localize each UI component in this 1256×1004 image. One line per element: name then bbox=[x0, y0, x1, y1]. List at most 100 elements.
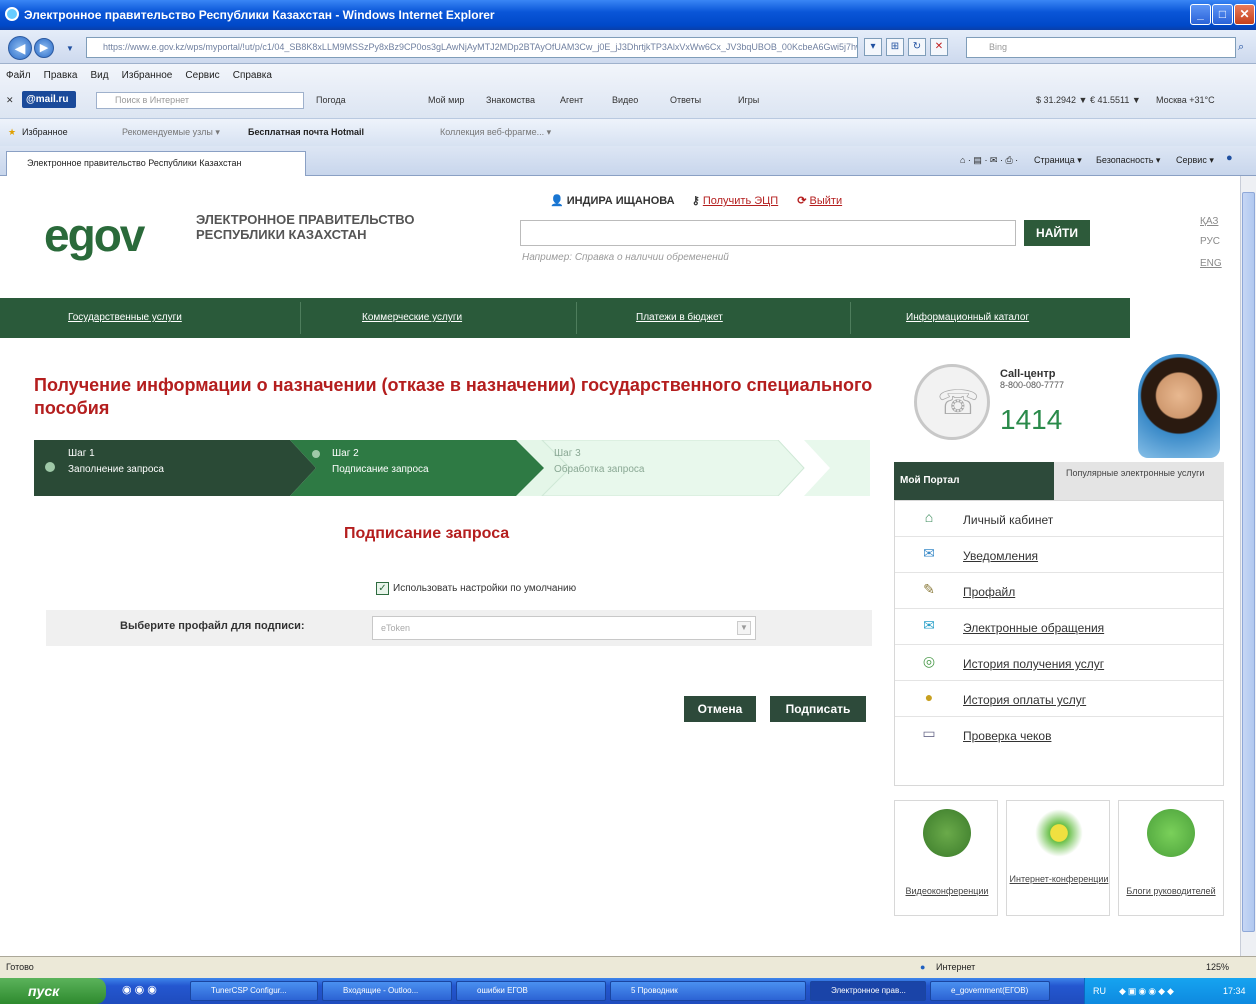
mail-games-link[interactable]: Игры bbox=[738, 95, 759, 105]
tile-internet-conference[interactable]: Интернет-конференции bbox=[1006, 800, 1110, 916]
search-button[interactable]: НАЙТИ bbox=[1024, 220, 1090, 246]
language-indicator[interactable]: RU bbox=[1093, 978, 1106, 1004]
zoom-level[interactable]: 125% bbox=[1206, 962, 1229, 972]
status-text: Готово bbox=[6, 962, 34, 972]
history-dropdown-icon[interactable]: ▼ bbox=[66, 44, 74, 53]
tab-my-portal[interactable]: Мой Портал bbox=[894, 462, 1054, 500]
menu-view[interactable]: Вид bbox=[91, 70, 109, 81]
nav-gov-services[interactable]: Государственные услуги bbox=[68, 312, 182, 323]
weather-widget[interactable]: Москва +31°C bbox=[1156, 95, 1215, 105]
title-bar: Электронное правительство Республики Каз… bbox=[0, 0, 1256, 30]
refresh-icon[interactable]: ↻ bbox=[908, 38, 926, 56]
default-settings-checkbox[interactable]: ✓ bbox=[376, 582, 389, 595]
sign-button[interactable]: Подписать bbox=[770, 696, 866, 722]
task-ie[interactable]: Электронное прав... bbox=[810, 981, 926, 1001]
currency-rates: $ 31.2942 ▼ € 41.5511 ▼ bbox=[1036, 95, 1141, 105]
tile-label-video: Видеоконференции bbox=[905, 886, 989, 896]
search-hint: Например: Справка о наличии обременений bbox=[522, 252, 729, 263]
check-icon: ▭ bbox=[922, 725, 936, 741]
forward-button[interactable]: ▶ bbox=[34, 38, 54, 58]
start-button[interactable]: пуск bbox=[0, 978, 106, 1004]
menu-toolbar-row: Файл Правка Вид Избранное Сервис Справка… bbox=[0, 64, 1256, 118]
portal-menu-item[interactable]: ● История оплаты услуг bbox=[895, 681, 1223, 717]
scrollbar-thumb[interactable] bbox=[1242, 192, 1255, 932]
help-icon[interactable]: ● bbox=[1226, 152, 1233, 164]
task-outlook[interactable]: Входящие - Outloo... bbox=[322, 981, 452, 1001]
address-dropdown-icon[interactable]: ▾ bbox=[864, 38, 882, 56]
menu-label-profile: Профайл bbox=[963, 585, 1016, 599]
tile-videoconference[interactable]: Видеоконференции bbox=[894, 800, 998, 916]
address-input[interactable]: https://www.e.gov.kz/wps/myportal/!ut/p/… bbox=[86, 37, 858, 58]
close-button[interactable]: ✕ bbox=[1234, 4, 1255, 25]
default-settings-row: ✓ Использовать настройки по умолчанию bbox=[376, 582, 576, 595]
chevron-down-icon[interactable]: ▼ bbox=[737, 621, 751, 635]
menu-label-payment-history: История оплаты услуг bbox=[963, 693, 1087, 707]
fav-link-webslices[interactable]: Коллекция веб-фрагме... ▾ bbox=[440, 127, 551, 138]
tools-menu[interactable]: Сервис ▾ bbox=[1176, 155, 1214, 166]
mail-agent-link[interactable]: Агент bbox=[560, 95, 583, 105]
portal-menu-item[interactable]: ◎ История получения услуг bbox=[895, 645, 1223, 681]
tile-blogs[interactable]: Блоги руководителей bbox=[1118, 800, 1224, 916]
tile-label-internet-conf: Интернет-конференции bbox=[1009, 874, 1109, 884]
get-eds-link[interactable]: Получить ЭЦП bbox=[703, 195, 778, 207]
quicklaunch-icons[interactable]: ◉ ◉ ◉ bbox=[122, 983, 157, 996]
back-button[interactable]: ◀ bbox=[8, 36, 32, 60]
task-egov-folder[interactable]: e_government(ЕГОВ) bbox=[930, 981, 1050, 1001]
lang-eng[interactable]: ENG bbox=[1200, 258, 1222, 269]
page-menu[interactable]: Страница ▾ bbox=[1034, 155, 1082, 166]
task-errors[interactable]: ошибки ЕГОВ bbox=[456, 981, 606, 1001]
search-icon[interactable]: ⌕ bbox=[1238, 41, 1244, 54]
tab-egov[interactable]: Электронное правительство Республики Каз… bbox=[6, 151, 306, 176]
mailru-logo[interactable]: @mail.ru bbox=[22, 91, 76, 108]
nav-commercial-services[interactable]: Коммерческие услуги bbox=[362, 312, 462, 323]
fav-link-hotmail[interactable]: Бесплатная почта Hotmail bbox=[248, 127, 364, 137]
home-icon: ⌂ bbox=[924, 509, 934, 525]
logout-link[interactable]: Выйти bbox=[810, 195, 843, 207]
stop-icon[interactable]: ✕ bbox=[930, 38, 948, 56]
globe-icon: ● bbox=[920, 962, 926, 972]
call-center-number: 8-800-080-7777 bbox=[1000, 380, 1065, 390]
site-search-input[interactable] bbox=[520, 220, 1016, 246]
nav-budget-payments[interactable]: Платежи в бюджет bbox=[636, 312, 723, 323]
menu-label-notifications: Уведомления bbox=[963, 549, 1039, 563]
menu-tools[interactable]: Сервис bbox=[185, 70, 219, 81]
egov-logo[interactable]: egov bbox=[44, 208, 145, 262]
mail-video-link[interactable]: Видео bbox=[612, 95, 638, 105]
menu-favorites[interactable]: Избранное bbox=[122, 70, 173, 81]
lang-rus[interactable]: РУС bbox=[1200, 236, 1220, 247]
window-title: Электронное правительство Республики Каз… bbox=[24, 8, 495, 22]
safety-menu[interactable]: Безопасность ▾ bbox=[1096, 155, 1160, 166]
portal-menu-item[interactable]: ✎ Профайл bbox=[895, 573, 1223, 609]
lang-kaz[interactable]: ҚАЗ bbox=[1200, 216, 1218, 227]
portal-menu-item[interactable]: ✉ Уведомления bbox=[895, 537, 1223, 573]
menu-file[interactable]: Файл bbox=[6, 70, 31, 81]
vertical-scrollbar[interactable] bbox=[1240, 176, 1256, 956]
task-explorer[interactable]: 5 Проводник bbox=[610, 981, 806, 1001]
nav-info-catalog[interactable]: Информационный каталог bbox=[906, 312, 1029, 323]
profile-select[interactable]: eToken ▼ bbox=[372, 616, 756, 640]
favorites-label[interactable]: Избранное bbox=[22, 127, 68, 137]
bing-search-input[interactable]: Bing bbox=[966, 37, 1236, 58]
cancel-button[interactable]: Отмена bbox=[684, 696, 756, 722]
mail-search-input[interactable]: Поиск в Интернет bbox=[96, 92, 304, 109]
menu-edit[interactable]: Правка bbox=[44, 70, 78, 81]
menu-label-service-history: История получения услуг bbox=[963, 657, 1105, 671]
mail-mymir-link[interactable]: Мой мир bbox=[428, 95, 464, 105]
portal-menu-item[interactable]: ✉ Электронные обращения bbox=[895, 609, 1223, 645]
close-toolbar-icon[interactable]: ✕ bbox=[6, 95, 14, 106]
tab-popular-services[interactable]: Популярные электронные услуги bbox=[1054, 462, 1224, 500]
minimize-button[interactable]: _ bbox=[1190, 4, 1211, 25]
menu-help[interactable]: Справка bbox=[233, 70, 272, 81]
maximize-button[interactable]: □ bbox=[1212, 4, 1233, 25]
fav-link-recommended[interactable]: Рекомендуемые узлы ▾ bbox=[122, 127, 220, 138]
task-tunercsp[interactable]: TunerCSP Configur... bbox=[190, 981, 318, 1001]
command-bar-icons[interactable]: ⌂ · ▤ · ✉ · ⎙ · bbox=[960, 155, 1018, 166]
mail-znakomstva-link[interactable]: Знакомства bbox=[486, 95, 535, 105]
mail-answers-link[interactable]: Ответы bbox=[670, 95, 701, 105]
portal-menu-item[interactable]: ▭ Проверка чеков bbox=[895, 717, 1223, 753]
portal-menu-item[interactable]: ⌂ Личный кабинет bbox=[895, 501, 1223, 537]
mail-weather-link[interactable]: Погода bbox=[316, 95, 346, 105]
menu-label-appeals: Электронные обращения bbox=[963, 621, 1105, 635]
tray-icons[interactable]: ◆▣◉◉◆◆ bbox=[1119, 978, 1176, 1004]
compat-view-icon[interactable]: ⊞ bbox=[886, 38, 904, 56]
